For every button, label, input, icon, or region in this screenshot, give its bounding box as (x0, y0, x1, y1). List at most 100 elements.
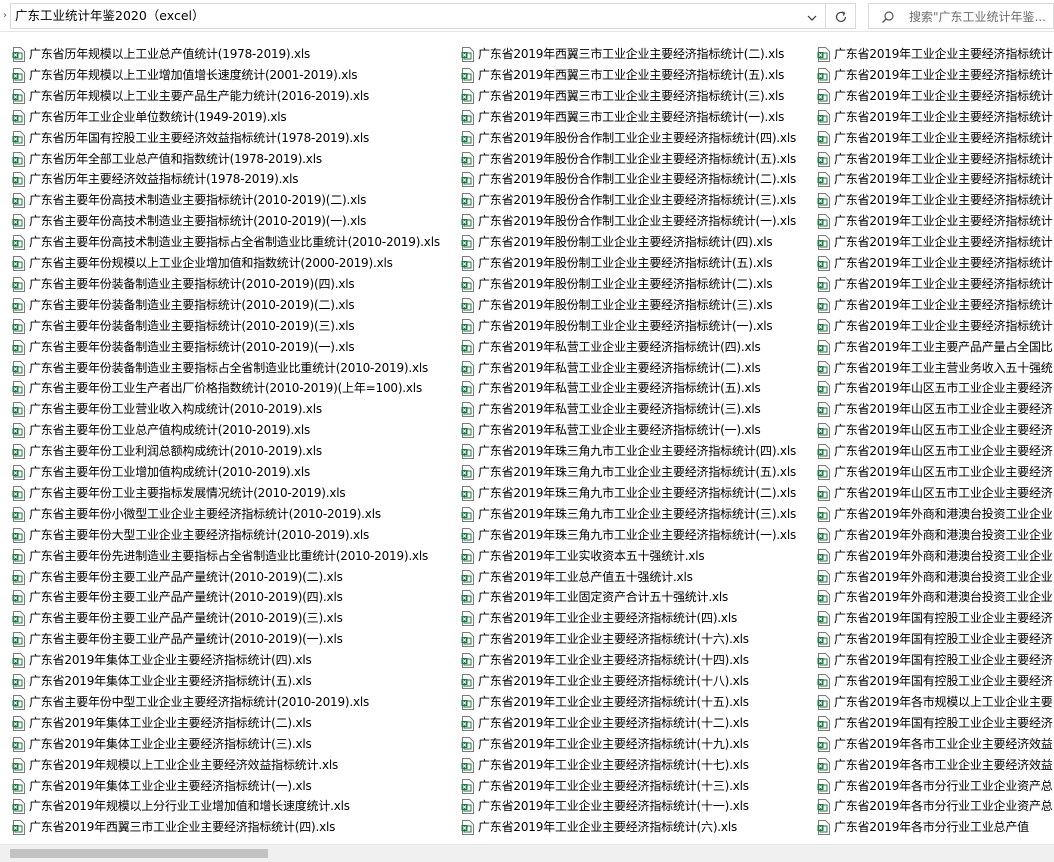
excel-file-icon (461, 485, 474, 501)
excel-file-icon (461, 632, 474, 648)
file-name: 广东省主要年份小微型工业企业主要经济指标统计(2010-2019).xls (29, 506, 381, 521)
file-name: 广东省2019年山区五市工业企业主要经济 (834, 465, 1053, 479)
excel-file-icon (12, 47, 25, 62)
file-name: 广东省2019年股份制工业企业主要经济指标统计(一).xls (478, 318, 773, 333)
file-name: 广东省主要年份工业营业收入构成统计(2010-2019).xls (29, 402, 322, 417)
file-name: 广东省2019年工业企业主要经济指标统计(十三).xls (478, 778, 749, 793)
file-name: 广东省主要年份中型工业企业主要经济指标统计(2010-2019).xls (29, 694, 370, 709)
file-name: 广东省主要年份工业利润总额构成统计(2010-2019).xls (29, 444, 322, 459)
excel-file-icon (12, 548, 25, 564)
file-name: 广东省主要年份主要工业产品产量统计(2010-2019)(一).xls (29, 632, 343, 647)
excel-file-icon (461, 235, 474, 251)
search-placeholder: 搜索"广东工业统计年鉴... (909, 10, 1046, 24)
file-name: 广东省主要年份装备制造业主要指标统计(2010-2019)(三).xls (29, 318, 355, 333)
file-name: 广东省2019年外商和港澳台投资工业企业 (834, 590, 1053, 605)
file-name: 广东省2019年各市规模以上工业企业主要 (834, 694, 1053, 709)
file-name: 广东省2019年股份制工业企业主要经济指标统计(四).xls (478, 235, 773, 250)
file-name: 广东省2019年工业主营业务收入五十强统 (834, 360, 1053, 375)
file-name: 广东省2019年工业企业主要经济指标统计 (834, 151, 1053, 166)
file-name: 广东省2019年外商和港澳台投资工业企业 (834, 548, 1053, 563)
file-name: 广东省2019年西翼三市工业企业主要经济指标统计(一).xls (478, 109, 785, 124)
file-name: 广东省2019年股份合作制工业企业主要经济指标统计(二).xls (478, 172, 797, 187)
file-name: 广东省2019年集体工业企业主要经济指标统计(五).xls (29, 674, 312, 688)
excel-file-icon (12, 757, 25, 773)
file-name: 广东省2019年私营工业企业主要经济指标统计(二).xls (478, 360, 761, 375)
excel-file-icon (461, 506, 474, 522)
excel-file-icon (817, 109, 830, 125)
search-icon (882, 11, 894, 23)
excel-file-icon (461, 193, 474, 209)
excel-file-icon (817, 736, 830, 752)
refresh-button[interactable] (826, 3, 856, 29)
refresh-icon (835, 11, 847, 23)
file-name: 广东省2019年山区五市工业企业主要经济 (834, 444, 1053, 459)
excel-file-icon (12, 590, 25, 606)
excel-file-icon (12, 402, 25, 418)
file-name: 广东省2019年工业企业主要经济指标统计 (834, 47, 1053, 61)
excel-file-icon (12, 820, 25, 836)
file-name: 广东省2019年各市分行业工业企业资产总 (834, 799, 1053, 814)
excel-file-icon (817, 757, 830, 773)
excel-file-icon (461, 256, 474, 271)
excel-file-icon (12, 88, 25, 104)
file-name: 广东省2019年工业固定资产合计五十强统计.xls (478, 590, 729, 605)
file-name: 广东省2019年外商和港澳台投资工业企业 (834, 527, 1053, 542)
title-toolbar: › 广东工业统计年鉴2020（excel） 搜索"广东工业统计年鉴... (0, 0, 1054, 32)
search-box[interactable]: 搜索"广东工业统计年鉴... (868, 3, 1054, 29)
horizontal-scrollbar[interactable] (0, 844, 1054, 862)
file-name: 广东省2019年国有控股工业企业主要经济 (834, 715, 1053, 730)
file-name: 广东省2019年各市工业企业主要经济效益 (834, 757, 1053, 772)
excel-file-icon (817, 611, 830, 627)
scrollbar-thumb[interactable] (10, 849, 268, 858)
file-name: 广东省2019年工业企业主要经济指标统计(十六).xls (478, 632, 749, 647)
excel-file-icon (12, 109, 25, 125)
excel-file-icon (461, 88, 474, 104)
excel-file-icon (817, 276, 830, 292)
excel-file-icon (461, 276, 474, 292)
excel-file-icon (12, 423, 25, 439)
excel-file-icon (12, 360, 25, 376)
file-name: 广东省2019年股份合作制工业企业主要经济指标统计(一).xls (478, 214, 797, 229)
file-name: 广东省2019年各市工业企业主要经济效益 (834, 736, 1053, 751)
excel-file-icon (12, 339, 25, 355)
excel-file-icon (12, 235, 25, 251)
file-name: 广东省2019年股份合作制工业企业主要经济指标统计(三).xls (478, 193, 797, 208)
file-name: 广东省2019年工业企业主要经济指标统计(四).xls (478, 611, 738, 626)
excel-file-icon (461, 339, 474, 355)
excel-file-icon (817, 130, 830, 146)
chevron-down-icon[interactable] (805, 10, 819, 24)
excel-file-icon (12, 193, 25, 209)
file-name: 广东省2019年国有控股工业企业主要经济 (834, 632, 1053, 647)
file-name: 广东省2019年山区五市工业企业主要经济 (834, 402, 1053, 417)
file-name: 广东省历年主要经济效益指标统计(1978-2019).xls (29, 172, 299, 187)
file-name: 广东省2019年工业企业主要经济指标统计(十四).xls (478, 653, 749, 668)
excel-file-icon (12, 569, 25, 585)
excel-file-icon (817, 214, 830, 230)
excel-file-icon (817, 799, 830, 815)
excel-file-icon (12, 611, 25, 627)
address-bar[interactable]: 广东工业统计年鉴2020（excel） (10, 3, 826, 29)
file-name: 广东省历年全部工业总产值和指数统计(1978-2019).xls (29, 151, 322, 166)
file-name: 广东省2019年集体工业企业主要经济指标统计(三).xls (29, 736, 312, 751)
excel-file-icon (461, 172, 474, 188)
file-name: 广东省2019年山区五市工业企业主要经济 (834, 381, 1053, 396)
file-name: 广东省2019年股份制工业企业主要经济指标统计(二).xls (478, 276, 773, 291)
file-name: 广东省2019年工业总产值五十强统计.xls (478, 569, 693, 584)
file-name: 广东省2019年私营工业企业主要经济指标统计(五).xls (478, 381, 761, 396)
excel-file-icon (12, 297, 25, 313)
excel-file-icon (817, 47, 830, 62)
file-name: 广东省2019年外商和港澳台投资工业企业 (834, 569, 1053, 584)
address-path: 广东工业统计年鉴2020（excel） (15, 8, 205, 23)
file-name: 广东省历年工业企业单位数统计(1949-2019).xls (29, 109, 287, 124)
excel-file-icon (12, 653, 25, 669)
file-name: 广东省2019年私营工业企业主要经济指标统计(三).xls (478, 402, 761, 417)
excel-file-icon (461, 820, 474, 836)
file-name: 广东省主要年份高技术制造业主要指标统计(2010-2019)(二).xls (29, 193, 367, 208)
excel-file-icon (12, 151, 25, 167)
excel-file-icon (817, 402, 830, 418)
file-name: 广东省2019年工业企业主要经济指标统计 (834, 130, 1053, 145)
excel-file-icon (817, 360, 830, 376)
excel-file-icon (12, 506, 25, 522)
excel-file-icon (12, 465, 25, 480)
chevron-right-icon[interactable]: › (0, 8, 10, 24)
